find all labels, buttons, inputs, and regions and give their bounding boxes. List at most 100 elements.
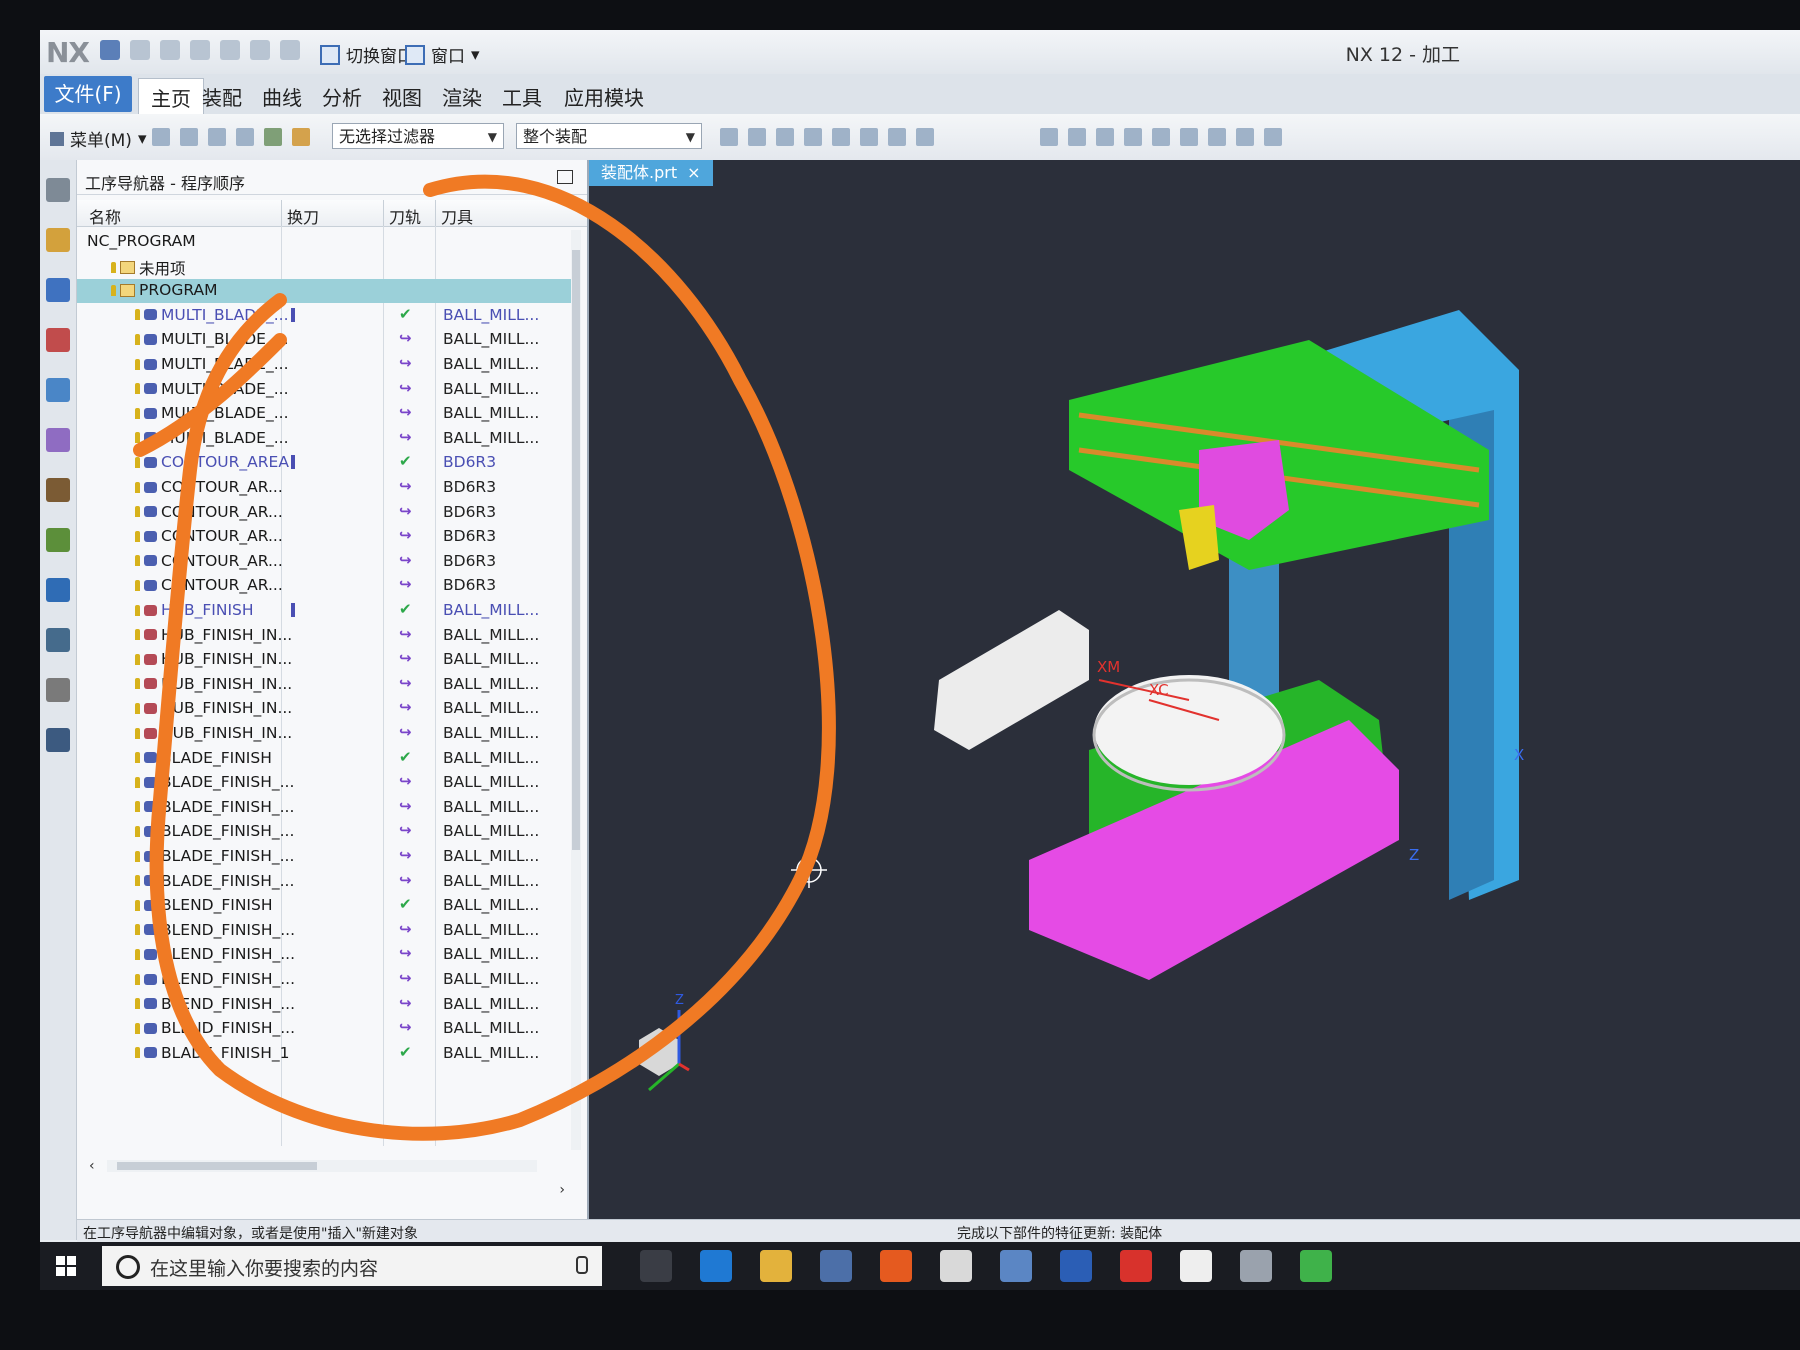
reuse-library-icon[interactable] [46, 428, 70, 452]
operation-row[interactable]: HUB_FINISH_IN... ↪ BALL_MILL... [77, 648, 573, 672]
operation-navigator-icon[interactable] [46, 228, 70, 252]
operation-row[interactable]: BLADE_FINISH_... ↪ BALL_MILL... [77, 845, 573, 869]
select-component-icon[interactable] [916, 128, 934, 146]
operation-row[interactable]: MULTI_BLADE_... ↪ BALL_MILL... [77, 378, 573, 402]
machine-navigator-icon[interactable] [46, 278, 70, 302]
save-icon[interactable] [100, 40, 120, 60]
switch-window-button[interactable]: 切换窗口 [320, 42, 414, 67]
operation-row[interactable]: HUB_FINISH_IN... ↪ BALL_MILL... [77, 697, 573, 721]
tab-render[interactable]: 渲染 [442, 82, 482, 111]
undo-icon[interactable] [130, 40, 150, 60]
snap-control-icon[interactable] [776, 128, 794, 146]
tab-curve[interactable]: 曲线 [262, 82, 302, 111]
repeat-command-icon[interactable] [250, 40, 270, 60]
column-divider[interactable] [281, 200, 282, 226]
operation-row[interactable]: MULTI_BLADE_... ↪ BALL_MILL... [77, 427, 573, 451]
operation-row[interactable]: CONTOUR_AR... ↪ BD6R3 [77, 525, 573, 549]
settings-icon[interactable] [46, 178, 70, 202]
perspective-icon[interactable] [1152, 128, 1170, 146]
measure-icon[interactable] [46, 678, 70, 702]
app-icon[interactable] [1240, 1250, 1272, 1282]
scrollbar-thumb[interactable] [117, 1162, 317, 1170]
operation-row[interactable]: BLADE_FINISH_... ↪ BALL_MILL... [77, 870, 573, 894]
show-hide-icon[interactable] [1264, 128, 1282, 146]
operation-row[interactable]: HUB_FINISH_IN... ↪ BALL_MILL... [77, 722, 573, 746]
operation-row[interactable]: BLEND_FINISH_... ↪ BALL_MILL... [77, 993, 573, 1017]
operation-row[interactable]: 未用项 [77, 255, 573, 279]
shading-icon[interactable] [1208, 128, 1226, 146]
orient-view-icon[interactable] [1236, 128, 1254, 146]
store-icon[interactable] [820, 1250, 852, 1282]
user-app-icon[interactable] [1000, 1250, 1032, 1282]
column-toolchange[interactable]: 换刀 [287, 204, 319, 228]
vertical-scrollbar[interactable] [571, 230, 581, 1150]
youdao-icon[interactable] [1120, 1250, 1152, 1282]
geometry-view-icon[interactable] [208, 128, 226, 146]
operation-row[interactable]: CONTOUR_AR... ↪ BD6R3 [77, 574, 573, 598]
microphone-icon[interactable] [576, 1256, 588, 1274]
operation-row[interactable]: BLEND_FINISH_... ↪ BALL_MILL... [77, 943, 573, 967]
operation-row[interactable]: MULTI_BLADE_... ✔ BALL_MILL... [77, 304, 573, 328]
wechat-icon[interactable] [1300, 1250, 1332, 1282]
notepad-icon[interactable] [1180, 1250, 1212, 1282]
tab-home[interactable]: 主页 [138, 78, 204, 116]
snap-midpoint-icon[interactable] [748, 128, 766, 146]
operation-row[interactable]: BLEND_FINISH_... ↪ BALL_MILL... [77, 919, 573, 943]
copy-icon[interactable] [190, 40, 210, 60]
operation-row[interactable]: HUB_FINISH ✔ BALL_MILL... [77, 599, 573, 623]
operation-row[interactable]: BLADE_FINISH_... ↪ BALL_MILL... [77, 820, 573, 844]
tab-assembly[interactable]: 装配 [202, 82, 242, 111]
operation-row[interactable]: CONTOUR_AREA ✔ BD6R3 [77, 451, 573, 475]
operation-row[interactable]: BLADE_FINISH_... ↪ BALL_MILL... [77, 771, 573, 795]
snap-intersection-icon[interactable] [832, 128, 850, 146]
redo-icon[interactable] [160, 40, 180, 60]
tab-tools[interactable]: 工具 [502, 82, 542, 111]
view-triad[interactable]: Z [639, 993, 690, 1092]
verify-toolpath-icon[interactable] [292, 128, 310, 146]
operation-row[interactable]: CONTOUR_AR... ↪ BD6R3 [77, 501, 573, 525]
word-icon[interactable] [1060, 1250, 1092, 1282]
history-icon[interactable] [46, 578, 70, 602]
column-tool[interactable]: 刀具 [441, 204, 473, 228]
mi-icon[interactable] [880, 1250, 912, 1282]
operation-row[interactable]: BLEND_FINISH ✔ BALL_MILL... [77, 894, 573, 918]
file-explorer-icon[interactable] [760, 1250, 792, 1282]
operation-row[interactable]: HUB_FINISH_IN... ↪ BALL_MILL... [77, 673, 573, 697]
tab-analysis[interactable]: 分析 [322, 82, 362, 111]
task-view-icon[interactable] [640, 1250, 672, 1282]
horizontal-scrollbar[interactable] [107, 1160, 537, 1172]
window-menu-button[interactable]: 窗口 ▾ [405, 42, 480, 67]
maximize-icon[interactable] [557, 170, 573, 184]
web-browser-icon[interactable] [46, 528, 70, 552]
snap-endpoint-icon[interactable] [720, 128, 738, 146]
mail-icon[interactable] [940, 1250, 972, 1282]
program-order-view-icon[interactable] [152, 128, 170, 146]
tab-view[interactable]: 视图 [382, 82, 422, 111]
operation-row[interactable]: PROGRAM [77, 279, 573, 304]
rotate-icon[interactable] [1096, 128, 1114, 146]
column-divider[interactable] [383, 200, 384, 226]
assembly-navigator-icon[interactable] [46, 328, 70, 352]
select-rectangle-icon[interactable] [860, 128, 878, 146]
operation-row[interactable]: BLADE_FINISH ✔ BALL_MILL... [77, 747, 573, 771]
pan-icon[interactable] [1124, 128, 1142, 146]
tab-file[interactable]: 文件(F) [44, 76, 132, 112]
operation-row[interactable]: MULTI_BLADE_... ↪ BALL_MILL... [77, 328, 573, 352]
zoom-icon[interactable] [1068, 128, 1086, 146]
operation-row[interactable]: BLEND_FINISH_... ↪ BALL_MILL... [77, 968, 573, 992]
assembly-scope-select[interactable]: 整个装配 ▼ [516, 123, 702, 149]
method-view-icon[interactable] [236, 128, 254, 146]
roles-icon[interactable] [46, 728, 70, 752]
operation-row[interactable]: BLADE_FINISH_1 ✔ BALL_MILL... [77, 1042, 573, 1066]
scrollbar-thumb[interactable] [572, 250, 580, 850]
operation-row[interactable]: CONTOUR_AR... ↪ BD6R3 [77, 476, 573, 500]
clock-icon[interactable] [46, 628, 70, 652]
operation-row[interactable]: BLEND_FINISH_... ↪ BALL_MILL... [77, 1017, 573, 1041]
operation-row[interactable]: HUB_FINISH_IN... ↪ BALL_MILL... [77, 624, 573, 648]
select-body-icon[interactable] [888, 128, 906, 146]
touch-mode-icon[interactable] [280, 40, 300, 60]
part-navigator-icon[interactable] [46, 378, 70, 402]
graphics-window[interactable]: 装配体.prt × XM XC X Z Z [589, 160, 1800, 1240]
snap-arc-center-icon[interactable] [804, 128, 822, 146]
scroll-left-icon[interactable]: ‹ [89, 1158, 95, 1174]
